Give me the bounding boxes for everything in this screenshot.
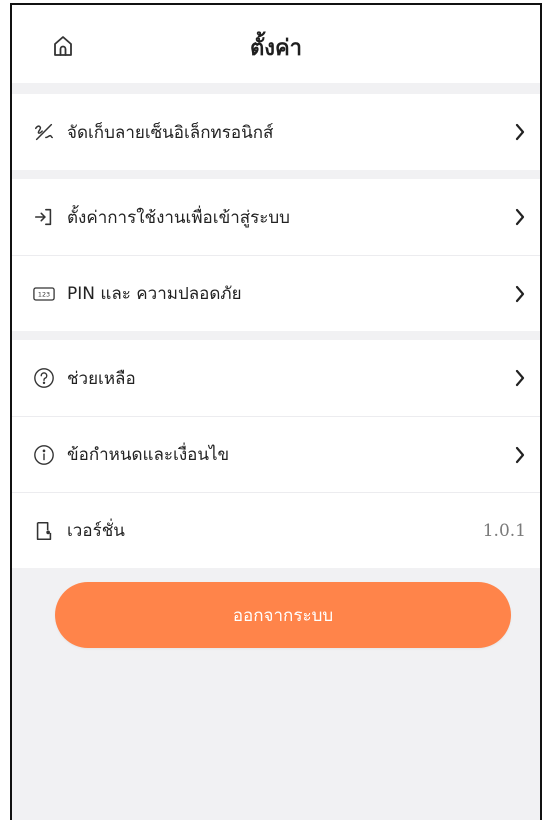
section-signature: จัดเก็บลายเซ็นอิเล็กทรอนิกส์ xyxy=(12,94,540,170)
signature-icon xyxy=(32,120,56,144)
section-help: ช่วยเหลือ ข้อกำหนดและเงื่อนไข เวอร์ชั่น … xyxy=(12,340,540,568)
version-value: 1.0.1 xyxy=(482,520,526,541)
menu-item-label: ตั้งค่าการใช้งานเพื่อเข้าสู่ระบบ xyxy=(67,207,290,228)
menu-item-label: เวอร์ชั่น xyxy=(67,521,125,541)
info-icon xyxy=(32,443,56,467)
section-login: ตั้งค่าการใช้งานเพื่อเข้าสู่ระบบ 123 PIN… xyxy=(12,179,540,331)
app-header: ตั้งค่า xyxy=(12,5,540,83)
chevron-right-icon xyxy=(512,283,528,305)
menu-item-label: จัดเก็บลายเซ็นอิเล็กทรอนิกส์ xyxy=(67,122,274,143)
menu-item-label: ข้อกำหนดและเงื่อนไข xyxy=(67,445,230,465)
chevron-right-icon xyxy=(512,444,528,466)
menu-item-signature[interactable]: จัดเก็บลายเซ็นอิเล็กทรอนิกส์ xyxy=(12,94,540,170)
menu-item-login-settings[interactable]: ตั้งค่าการใช้งานเพื่อเข้าสู่ระบบ xyxy=(12,179,540,255)
svg-text:123: 123 xyxy=(38,290,50,298)
chevron-right-icon xyxy=(512,367,528,389)
logout-button[interactable]: ออกจากระบบ xyxy=(55,582,511,648)
chevron-right-icon xyxy=(512,121,528,143)
home-button[interactable] xyxy=(50,35,76,61)
version-icon xyxy=(32,519,56,543)
menu-item-label: PIN และ ความปลอดภัย xyxy=(67,284,242,304)
chevron-right-icon xyxy=(512,206,528,228)
menu-item-version: เวอร์ชั่น 1.0.1 xyxy=(12,492,540,568)
page-title: ตั้งค่า xyxy=(249,35,303,61)
menu-item-help[interactable]: ช่วยเหลือ xyxy=(12,340,540,416)
login-icon xyxy=(32,205,56,229)
help-icon xyxy=(32,366,56,390)
menu-item-pin-security[interactable]: 123 PIN และ ความปลอดภัย xyxy=(12,255,540,331)
menu-item-terms[interactable]: ข้อกำหนดและเงื่อนไข xyxy=(12,416,540,492)
settings-screen: ตั้งค่า จัดเก็บลายเซ็นอิเล็กทรอนิกส์ ตั้… xyxy=(10,3,542,820)
menu-item-label: ช่วยเหลือ xyxy=(67,368,136,389)
pin-icon: 123 xyxy=(32,282,56,306)
home-icon xyxy=(51,34,75,62)
